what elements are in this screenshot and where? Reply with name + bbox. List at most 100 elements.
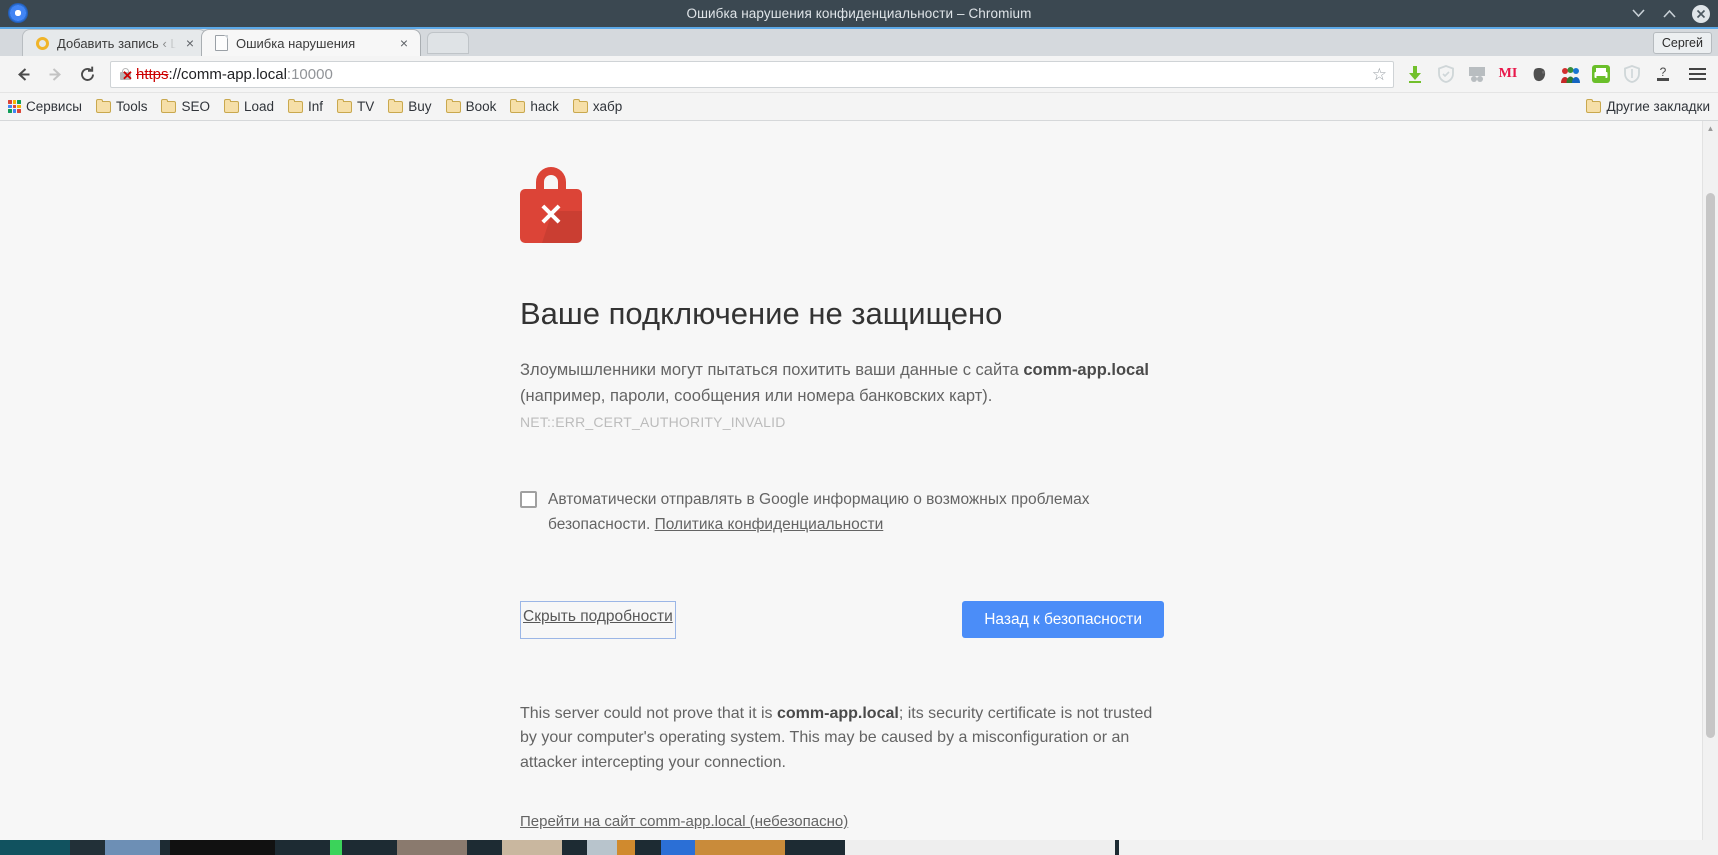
url-port: :10000 (286, 65, 333, 83)
ssl-interstitial: ✕ Ваше подключение не защищено Злоумышле… (520, 167, 1164, 831)
bookmark-label: Inf (308, 99, 324, 114)
folder-icon (337, 98, 353, 113)
shield-outline-icon[interactable] (1435, 63, 1457, 85)
bookmark-label: Buy (408, 99, 432, 114)
tab-close-icon[interactable]: × (183, 35, 197, 51)
tab-title: Ошибка нарушения (236, 35, 356, 51)
back-arrow-icon[interactable] (8, 60, 38, 88)
strip-item (502, 840, 562, 855)
url-host: comm-app.local (181, 65, 287, 83)
chromium-logo-icon (8, 3, 28, 23)
bookmark-label: hack (530, 99, 559, 114)
page-scrollbar[interactable]: ▲ ▼ (1702, 121, 1718, 855)
tab-privacy-error[interactable]: Ошибка нарушения × (201, 29, 421, 56)
strip-item (467, 840, 502, 855)
strip-item (397, 840, 467, 855)
strip-item (1119, 840, 1718, 855)
bookmark-folder-book[interactable]: Book (445, 98, 497, 114)
proceed-unsafe-link[interactable]: Перейти на сайт comm-app.local (небезопа… (520, 813, 848, 830)
details-paragraph: This server could not prove that it is c… (520, 702, 1164, 776)
extension-icons: MI ? (1404, 63, 1676, 85)
url-scheme: https (136, 65, 169, 83)
bookmark-apps[interactable]: Сервисы (8, 99, 82, 114)
hamburger-menu-icon[interactable] (1684, 61, 1710, 87)
broken-lock-icon[interactable]: ✕ (119, 67, 133, 82)
other-bookmarks[interactable]: Другие закладки (1585, 98, 1710, 114)
help-question-icon[interactable]: ? (1652, 63, 1674, 85)
optout-row: Автоматически отправлять в Google информ… (520, 488, 1164, 538)
bookmark-label: Load (243, 99, 275, 114)
back-to-safety-button[interactable]: Назад к безопасности (962, 600, 1164, 639)
apps-grid-icon (8, 100, 21, 113)
strip-item (105, 840, 160, 855)
reload-icon[interactable] (72, 60, 102, 88)
tab-strip: Добавить запись ‹ L × Ошибка нарушения ×… (0, 27, 1718, 56)
folder-icon (223, 98, 239, 113)
bookmark-folder-load[interactable]: Load (223, 98, 275, 114)
window-controls (1630, 0, 1710, 27)
svg-text:?: ? (1660, 65, 1667, 79)
address-bar[interactable]: ✕ https://comm-app.local:10000 ☆ (110, 60, 1394, 88)
strip-item (617, 840, 635, 855)
folder-icon (388, 98, 404, 113)
bookmark-folder-tv[interactable]: TV (337, 98, 375, 114)
strip-item (170, 840, 275, 855)
folder-icon (288, 98, 304, 113)
lead-hostname: comm-app.local (1023, 361, 1149, 380)
strip-item (695, 840, 785, 855)
browser-toolbar: ✕ https://comm-app.local:10000 ☆ MI ? (0, 56, 1718, 93)
bookmark-folder-hack[interactable]: hack (510, 98, 559, 114)
desktop-taskbar-strip (0, 840, 1718, 855)
minimize-icon[interactable] (1630, 5, 1647, 22)
bookmark-folder-tools[interactable]: Tools (95, 98, 148, 114)
adblock-shield-icon[interactable] (1621, 63, 1643, 85)
new-tab-button[interactable] (427, 32, 469, 54)
bookmark-label: Tools (115, 99, 148, 114)
scroll-up-arrow-icon[interactable]: ▲ (1703, 121, 1718, 136)
strip-item (587, 840, 617, 855)
forward-arrow-icon (40, 60, 70, 88)
bookmark-label: TV (357, 99, 375, 114)
red-lock-error-icon: ✕ (520, 167, 582, 243)
page-favicon-icon (214, 35, 229, 51)
other-bookmarks-label: Другие закладки (1606, 99, 1710, 114)
scrollbar-thumb[interactable] (1706, 193, 1715, 738)
bookmark-folder-inf[interactable]: Inf (288, 98, 324, 114)
page-title: Ваше подключение не защищено (520, 296, 1003, 331)
window-title: Ошибка нарушения конфиденциальности – Ch… (686, 6, 1032, 21)
tab-close-icon[interactable]: × (397, 35, 411, 51)
gray-tab-icon[interactable] (1466, 63, 1488, 85)
folder-icon (95, 98, 111, 113)
wordpress-favicon-icon (35, 36, 50, 51)
profile-button[interactable]: Сергей (1652, 32, 1712, 54)
bookmark-star-icon[interactable]: ☆ (1364, 66, 1387, 83)
bookmark-folder-seo[interactable]: SEO (161, 98, 210, 114)
bookmark-folder-habr[interactable]: хабр (572, 98, 623, 114)
tab-wordpress[interactable]: Добавить запись ‹ L × (22, 29, 207, 56)
privacy-policy-link[interactable]: Политика конфиденциальности (655, 516, 884, 533)
strip-item (160, 840, 170, 855)
strip-item (342, 840, 397, 855)
hide-details-button[interactable]: Скрыть подробности (520, 600, 676, 639)
bookmark-label: Book (465, 99, 497, 114)
strip-item (562, 840, 587, 855)
mi-extension-icon[interactable]: MI (1497, 63, 1519, 85)
title-bar: Ошибка нарушения конфиденциальности – Ch… (0, 0, 1718, 27)
print-friendly-icon[interactable] (1590, 63, 1612, 85)
bookmark-label: хабр (592, 99, 623, 114)
details-hostname: comm-app.local (777, 704, 899, 722)
folder-icon (161, 98, 177, 113)
close-icon[interactable] (1692, 4, 1710, 23)
maximize-icon[interactable] (1661, 5, 1678, 22)
url-separator: :// (168, 65, 182, 83)
bookmark-folder-buy[interactable]: Buy (388, 98, 432, 114)
optout-text-wrapper: Автоматически отправлять в Google информ… (548, 488, 1164, 538)
folder-icon (445, 98, 461, 113)
send-report-checkbox[interactable] (520, 490, 537, 508)
download-arrow-icon[interactable] (1404, 63, 1426, 85)
folder-icon (572, 98, 588, 113)
browser-window: Ошибка нарушения конфиденциальности – Ch… (0, 0, 1718, 855)
evernote-elephant-icon[interactable] (1528, 63, 1550, 85)
strip-item (845, 840, 1115, 855)
people-group-icon[interactable] (1559, 63, 1581, 85)
